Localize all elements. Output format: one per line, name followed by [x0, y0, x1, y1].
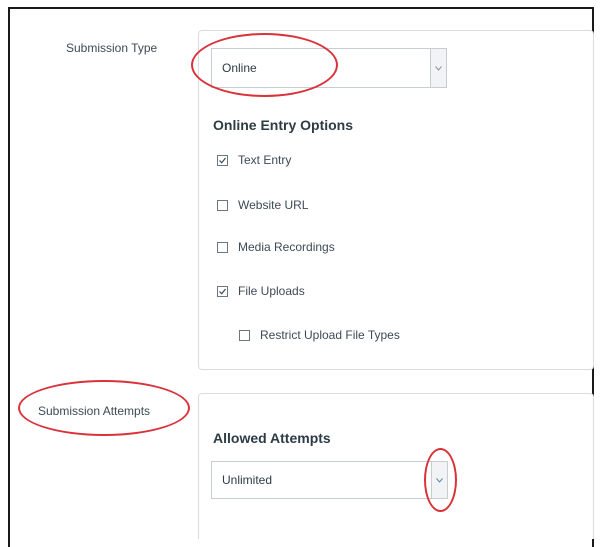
checkbox-media-recordings[interactable] [217, 241, 228, 253]
chevron-down-icon[interactable] [430, 49, 446, 87]
allowed-attempts-value: Unlimited [222, 473, 273, 487]
allowed-attempts-select[interactable]: Unlimited [211, 461, 448, 499]
checkbox-website-url[interactable] [217, 199, 228, 211]
option-label: Text Entry [238, 153, 292, 167]
online-entry-options-heading: Online Entry Options [213, 117, 354, 133]
submission-attempts-label: Submission Attempts [38, 404, 151, 418]
option-label: File Uploads [238, 284, 305, 298]
option-label: Website URL [238, 198, 309, 212]
checkmark-icon [219, 288, 226, 295]
chevron-down-icon[interactable] [431, 462, 447, 498]
submission-type-label: Submission Type [66, 41, 158, 55]
option-restrict-upload-file-types[interactable]: Restrict Upload File Types [239, 327, 400, 343]
checkbox-restrict-upload-file-types[interactable] [239, 329, 250, 341]
option-media-recordings[interactable]: Media Recordings [217, 239, 335, 255]
submission-type-select[interactable]: Online [211, 48, 447, 88]
option-file-uploads[interactable]: File Uploads [217, 283, 305, 299]
checkmark-icon [219, 157, 226, 164]
option-website-url[interactable]: Website URL [217, 197, 308, 213]
submission-type-value: Online [222, 61, 257, 75]
checkbox-file-uploads[interactable] [217, 285, 228, 297]
option-label: Restrict Upload File Types [260, 328, 400, 342]
option-text-entry[interactable]: Text Entry [217, 152, 291, 168]
checkbox-text-entry[interactable] [217, 154, 228, 166]
option-label: Media Recordings [238, 240, 335, 254]
allowed-attempts-heading: Allowed Attempts [213, 430, 331, 446]
